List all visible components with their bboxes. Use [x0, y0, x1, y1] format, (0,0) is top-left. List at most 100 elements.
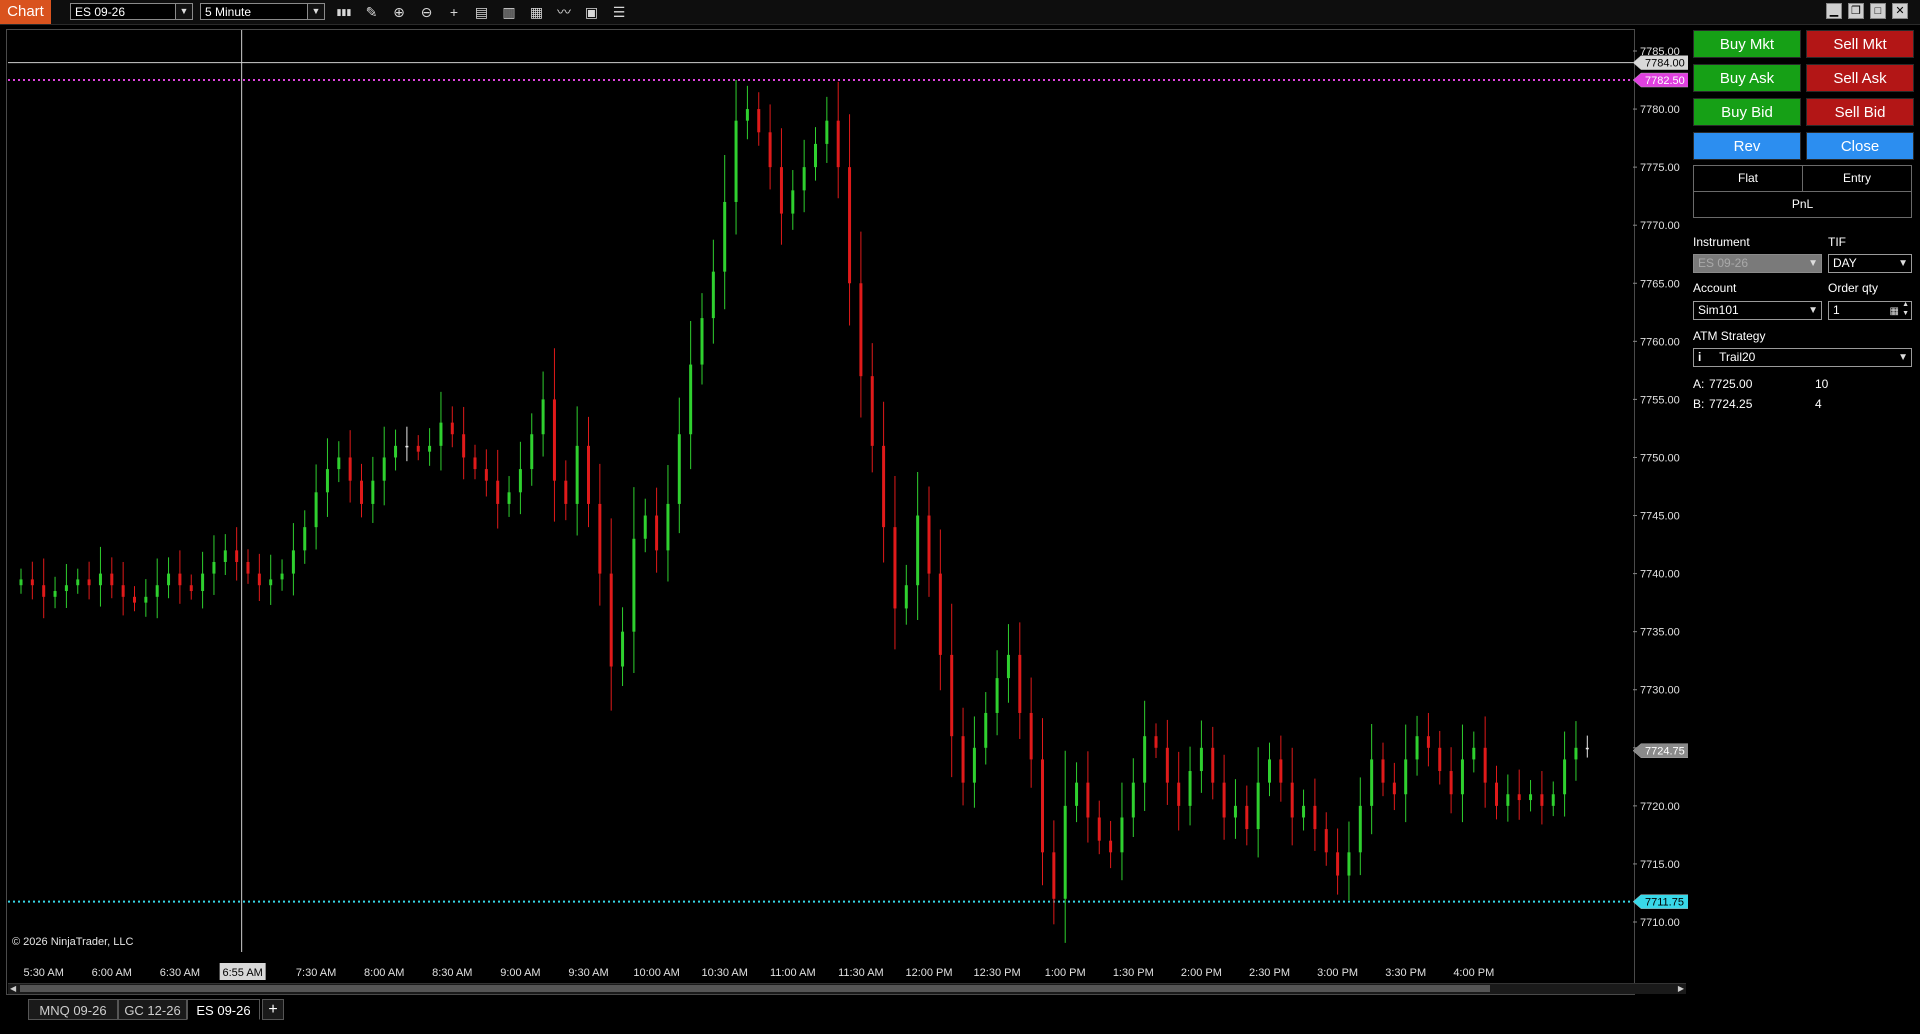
crosshair-time-label: 6:55 AM — [219, 963, 266, 980]
buy-bid-button[interactable]: Buy Bid — [1693, 98, 1801, 126]
candle-body — [1086, 782, 1090, 818]
candle-body — [507, 492, 511, 504]
x-tick-label: 9:00 AM — [500, 967, 540, 979]
candle-body — [938, 573, 942, 655]
scroll-right-icon[interactable]: ▶ — [1678, 984, 1684, 993]
candle-body — [1006, 654, 1010, 679]
candle-body — [1495, 782, 1498, 806]
candle-body — [1075, 782, 1079, 806]
scrollbar-thumb[interactable] — [20, 985, 1490, 992]
candle-body — [1211, 747, 1215, 783]
buy-market-button[interactable]: Buy Mkt — [1693, 30, 1801, 58]
calculator-icon[interactable]: ▦ — [1890, 303, 1899, 320]
scroll-left-icon[interactable]: ◀ — [10, 984, 16, 993]
reverse-button[interactable]: Rev — [1693, 132, 1801, 160]
candle-body — [360, 480, 363, 504]
candle-body — [984, 712, 988, 748]
tab-mnq[interactable]: MNQ 09-26 — [28, 999, 118, 1020]
sell-market-button[interactable]: Sell Mkt — [1806, 30, 1914, 58]
candle-body — [394, 445, 398, 458]
candle-body — [1438, 747, 1442, 772]
candle-body — [882, 445, 886, 528]
restore-icon[interactable]: ❐ — [1848, 3, 1864, 19]
candle-body — [1222, 782, 1226, 818]
candle-body — [814, 143, 817, 168]
close-icon[interactable]: ✕ — [1892, 3, 1908, 19]
info-icon[interactable]: i — [1698, 349, 1716, 366]
candle-body — [666, 503, 670, 551]
instrument-field-value: ES 09-26 — [1698, 256, 1749, 270]
candle-body — [1529, 794, 1533, 801]
order-qty-label: Order qty — [1828, 281, 1879, 295]
x-tick-label: 3:00 PM — [1317, 967, 1358, 979]
candle-body — [484, 469, 488, 481]
bid-size: 4 — [1815, 397, 1822, 411]
position-pnl: PnL — [1693, 191, 1912, 218]
add-tab-icon[interactable]: + — [262, 999, 284, 1020]
chart-scrollbar[interactable]: ◀ ▶ — [8, 983, 1686, 994]
candle-body — [541, 399, 545, 435]
candle-body — [575, 445, 579, 504]
candle-body — [1540, 794, 1544, 806]
order-qty-input[interactable]: 1 ▦ ▲ ▼ — [1828, 301, 1912, 320]
candle-body — [1109, 840, 1113, 853]
close-position-button[interactable]: Close — [1806, 132, 1914, 160]
candle-body — [1347, 852, 1351, 876]
instrument-field: ES 09-26 ▼ — [1693, 254, 1822, 273]
candle-body — [1268, 759, 1271, 783]
atm-strategy-select[interactable]: i Trail20 ▼ — [1693, 348, 1912, 367]
sell-bid-button[interactable]: Sell Bid — [1806, 98, 1914, 126]
chevron-down-icon: ▼ — [1808, 305, 1818, 316]
x-tick-label: 7:30 AM — [296, 967, 336, 979]
candle-body — [19, 579, 23, 586]
candle-body — [689, 364, 693, 435]
copyright-text: © 2026 NinjaTrader, LLC — [12, 936, 133, 948]
candle-body — [1143, 736, 1147, 783]
candle-body — [1177, 782, 1181, 806]
candle-body — [110, 573, 114, 586]
x-tick-label: 9:30 AM — [568, 967, 608, 979]
candle-body — [405, 445, 409, 448]
chevron-down-icon: ▼ — [1808, 258, 1818, 269]
buy-ask-button[interactable]: Buy Ask — [1693, 64, 1801, 92]
bid-price: 7724.25 — [1709, 397, 1753, 411]
tif-label: TIF — [1828, 235, 1846, 249]
candle-body — [1279, 759, 1283, 783]
account-select-value: Sim101 — [1698, 303, 1739, 317]
candle-body — [382, 457, 386, 481]
account-select[interactable]: Sim101 ▼ — [1693, 301, 1822, 320]
price-chart[interactable]: 7785.007780.007775.007770.007765.007760.… — [0, 0, 1688, 1000]
candle-body — [1324, 829, 1328, 853]
x-tick-label: 10:30 AM — [701, 967, 747, 979]
atm-strategy-label: ATM Strategy — [1693, 329, 1766, 343]
candle-body — [564, 480, 568, 504]
candle-body — [848, 167, 852, 284]
candle-body — [655, 515, 659, 551]
candle-body — [711, 271, 715, 319]
candle-body — [450, 422, 454, 435]
position-entry: Entry — [1802, 165, 1912, 192]
candle-body — [904, 585, 908, 609]
candle-body — [1551, 794, 1555, 806]
chevron-down-icon: ▼ — [1898, 258, 1908, 269]
x-tick-label: 10:00 AM — [633, 967, 679, 979]
candle-body — [1097, 817, 1101, 841]
candle-body — [609, 573, 613, 667]
candle-body — [552, 399, 556, 481]
candle-body — [1052, 852, 1056, 899]
candle-body — [337, 457, 341, 470]
tab-gc[interactable]: GC 12-26 — [118, 999, 187, 1020]
candle-body — [893, 527, 897, 609]
x-tick-label: 5:30 AM — [24, 967, 64, 979]
candle-body — [1472, 747, 1476, 760]
candle-body — [246, 561, 250, 574]
candle-body — [1131, 782, 1135, 818]
x-tick-label: 4:00 PM — [1453, 967, 1494, 979]
maximize-icon[interactable]: □ — [1870, 3, 1886, 19]
sell-ask-button[interactable]: Sell Ask — [1806, 64, 1914, 92]
tif-select[interactable]: DAY ▼ — [1828, 254, 1912, 273]
minimize-icon[interactable]: ▁ — [1826, 3, 1842, 19]
tab-es[interactable]: ES 09-26 — [187, 999, 260, 1020]
qty-stepper-icon[interactable]: ▲ ▼ — [1902, 300, 1909, 318]
candle-body — [1506, 794, 1510, 806]
